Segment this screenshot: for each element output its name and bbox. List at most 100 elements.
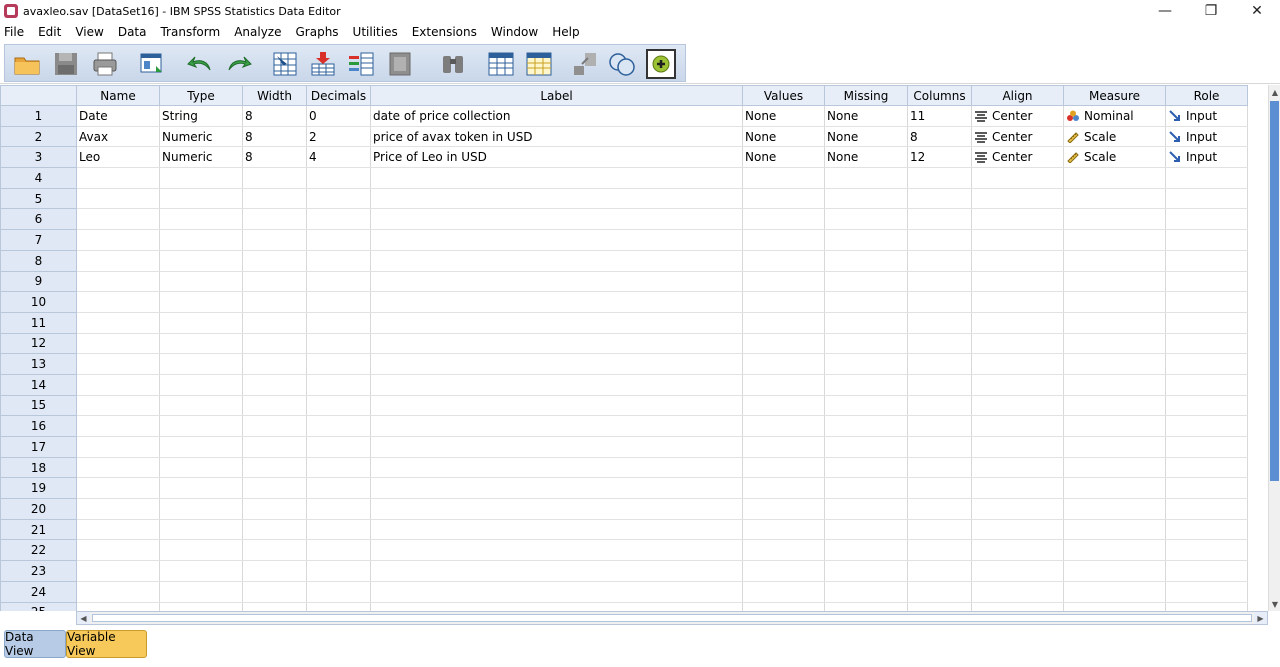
empty-cell[interactable] xyxy=(1165,457,1248,479)
empty-cell[interactable] xyxy=(306,560,371,582)
empty-cell[interactable] xyxy=(306,271,371,293)
empty-cell[interactable] xyxy=(907,229,972,251)
empty-cell[interactable] xyxy=(1165,167,1248,189)
cell-decimals[interactable]: 4 xyxy=(306,146,371,169)
empty-cell[interactable] xyxy=(824,271,908,293)
empty-cell[interactable] xyxy=(907,519,972,541)
empty-cell[interactable] xyxy=(742,353,825,375)
empty-cell[interactable] xyxy=(971,188,1064,210)
empty-cell[interactable] xyxy=(370,436,743,458)
scroll-up-arrow-icon[interactable]: ▲ xyxy=(1269,85,1280,99)
empty-cell[interactable] xyxy=(76,333,160,355)
empty-cell[interactable] xyxy=(306,581,371,603)
empty-cell[interactable] xyxy=(971,498,1064,520)
cell-role[interactable]: Input xyxy=(1165,105,1248,127)
empty-cell[interactable] xyxy=(159,519,243,541)
row-number[interactable]: 24 xyxy=(0,580,77,603)
empty-cell[interactable] xyxy=(306,477,371,500)
cell-values[interactable]: None xyxy=(742,126,825,148)
empty-cell[interactable] xyxy=(824,250,908,272)
menu-window[interactable]: Window xyxy=(487,25,546,39)
empty-cell[interactable] xyxy=(1063,539,1166,562)
empty-cell[interactable] xyxy=(242,333,307,355)
empty-cell[interactable] xyxy=(971,312,1064,334)
column-header-role[interactable]: Role xyxy=(1165,85,1248,106)
row-number[interactable]: 9 xyxy=(0,270,77,293)
empty-cell[interactable] xyxy=(824,539,908,562)
cell-measure[interactable]: Scale xyxy=(1063,146,1166,169)
empty-cell[interactable] xyxy=(242,436,307,458)
empty-cell[interactable] xyxy=(76,519,160,541)
empty-cell[interactable] xyxy=(1063,581,1166,603)
empty-cell[interactable] xyxy=(242,560,307,582)
empty-cell[interactable] xyxy=(242,602,307,611)
restore-button[interactable]: ❐ xyxy=(1188,0,1234,22)
empty-cell[interactable] xyxy=(306,333,371,355)
menu-view[interactable]: View xyxy=(71,25,111,39)
empty-cell[interactable] xyxy=(306,436,371,458)
empty-cell[interactable] xyxy=(159,457,243,479)
empty-cell[interactable] xyxy=(1063,312,1166,334)
grid-corner[interactable] xyxy=(0,85,77,106)
column-header-missing[interactable]: Missing xyxy=(824,85,908,106)
empty-cell[interactable] xyxy=(907,560,972,582)
column-header-label[interactable]: Label xyxy=(370,85,743,106)
menu-utilities[interactable]: Utilities xyxy=(349,25,406,39)
cell-measure[interactable]: Scale xyxy=(1063,126,1166,148)
empty-cell[interactable] xyxy=(370,333,743,355)
empty-cell[interactable] xyxy=(159,229,243,251)
cell-columns[interactable]: 11 xyxy=(907,105,972,127)
empty-cell[interactable] xyxy=(76,250,160,272)
empty-cell[interactable] xyxy=(824,519,908,541)
empty-cell[interactable] xyxy=(242,498,307,520)
dialog-recall-icon[interactable] xyxy=(138,50,166,78)
empty-cell[interactable] xyxy=(824,353,908,375)
empty-cell[interactable] xyxy=(824,477,908,500)
empty-cell[interactable] xyxy=(971,353,1064,375)
empty-cell[interactable] xyxy=(971,229,1064,251)
empty-cell[interactable] xyxy=(370,374,743,396)
empty-cell[interactable] xyxy=(370,395,743,417)
cell-align[interactable]: Center xyxy=(971,126,1064,148)
empty-cell[interactable] xyxy=(1165,498,1248,520)
empty-cell[interactable] xyxy=(159,353,243,375)
empty-cell[interactable] xyxy=(242,188,307,210)
empty-cell[interactable] xyxy=(907,436,972,458)
show-all-variables-icon[interactable] xyxy=(646,49,676,79)
empty-cell[interactable] xyxy=(1063,188,1166,210)
scroll-left-arrow-icon[interactable]: ◀ xyxy=(77,612,90,624)
empty-cell[interactable] xyxy=(907,188,972,210)
empty-cell[interactable] xyxy=(971,457,1064,479)
empty-cell[interactable] xyxy=(242,539,307,562)
column-header-name[interactable]: Name xyxy=(76,85,160,106)
empty-cell[interactable] xyxy=(907,271,972,293)
value-labels-icon[interactable] xyxy=(608,50,636,78)
empty-cell[interactable] xyxy=(1165,312,1248,334)
empty-cell[interactable] xyxy=(742,167,825,189)
empty-cell[interactable] xyxy=(824,498,908,520)
empty-cell[interactable] xyxy=(824,436,908,458)
empty-cell[interactable] xyxy=(742,374,825,396)
empty-cell[interactable] xyxy=(907,395,972,417)
empty-cell[interactable] xyxy=(76,271,160,293)
row-number[interactable]: 13 xyxy=(0,353,77,375)
empty-cell[interactable] xyxy=(159,436,243,458)
empty-cell[interactable] xyxy=(242,229,307,251)
empty-cell[interactable] xyxy=(971,208,1064,231)
column-header-align[interactable]: Align xyxy=(971,85,1064,106)
goto-variable-icon[interactable] xyxy=(309,50,337,78)
select-cases-icon[interactable] xyxy=(525,50,553,78)
empty-cell[interactable] xyxy=(306,208,371,231)
empty-cell[interactable] xyxy=(907,602,972,611)
empty-cell[interactable] xyxy=(159,560,243,582)
empty-cell[interactable] xyxy=(971,250,1064,272)
empty-cell[interactable] xyxy=(971,167,1064,189)
empty-cell[interactable] xyxy=(1165,374,1248,396)
empty-cell[interactable] xyxy=(1165,436,1248,458)
empty-cell[interactable] xyxy=(370,353,743,375)
empty-cell[interactable] xyxy=(370,539,743,562)
row-number[interactable]: 16 xyxy=(0,415,77,437)
empty-cell[interactable] xyxy=(159,250,243,272)
empty-cell[interactable] xyxy=(306,415,371,437)
empty-cell[interactable] xyxy=(742,395,825,417)
